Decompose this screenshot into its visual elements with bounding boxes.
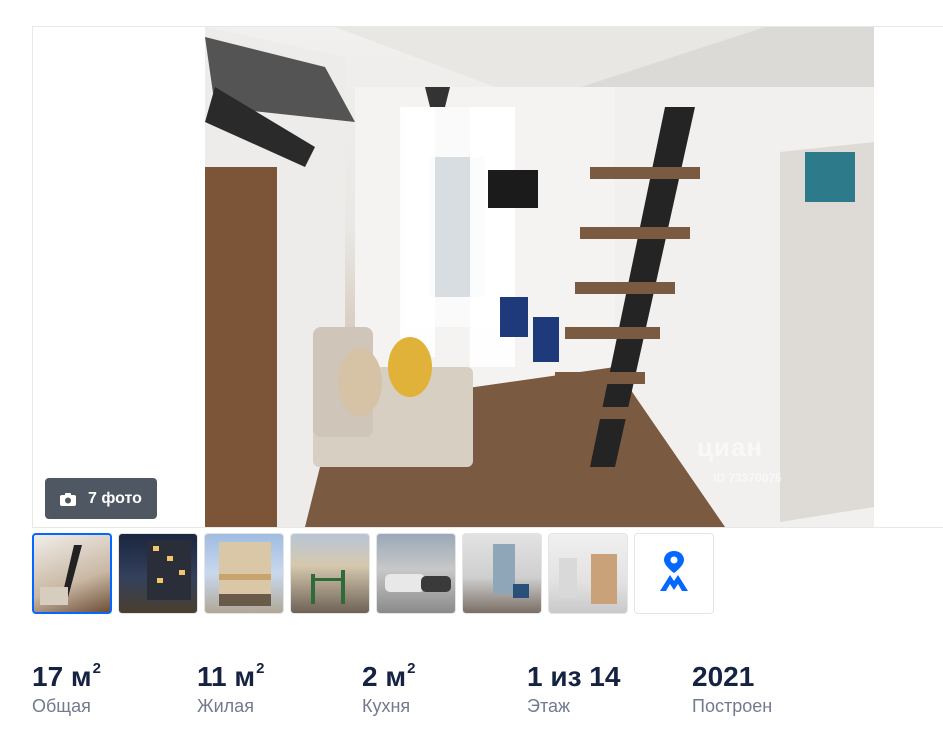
thumbnail-strip [32,533,714,615]
fact-label: Жилая [197,696,254,716]
fact-total-area: 17 м2 Общая [32,652,197,717]
fact-value: 2021 [692,661,755,692]
photo-count-label: 7 фото [88,489,142,507]
photo-gallery: циан ID 73370075 7 фото [32,26,943,528]
watermark-id: ID 73370075 [713,471,782,485]
thumbnail[interactable] [118,533,198,614]
property-facts: 17 м2 Общая 11 м2 Жилая 2 м2 Кухня 1 из … [32,652,857,717]
fact-label: Построен [692,696,773,716]
map-pin-icon [657,549,691,598]
camera-icon [60,492,77,506]
fact-value: 2 м2 [362,660,416,692]
fact-kitchen-area: 2 м2 Кухня [362,652,527,717]
fact-living-area: 11 м2 Жилая [197,652,362,717]
watermark-logo: циан [697,432,764,462]
fact-value: 17 м2 [32,660,101,692]
thumbnail[interactable] [548,533,628,614]
thumbnail[interactable] [376,533,456,614]
thumbnail[interactable] [204,533,284,614]
fact-value: 11 м2 [197,660,265,692]
main-photo[interactable]: циан ID 73370075 [205,27,874,527]
fact-label: Этаж [527,696,571,716]
fact-label: Общая [32,696,91,716]
thumbnail[interactable] [462,533,542,614]
fact-value: 1 из 14 [527,661,621,692]
photo-count-button[interactable]: 7 фото [45,478,157,519]
fact-floor: 1 из 14 Этаж [527,652,692,717]
thumbnail[interactable] [290,533,370,614]
map-thumbnail[interactable] [634,533,714,614]
thumbnail[interactable] [32,533,112,614]
fact-label: Кухня [362,696,411,716]
fact-year-built: 2021 Построен [692,652,857,717]
